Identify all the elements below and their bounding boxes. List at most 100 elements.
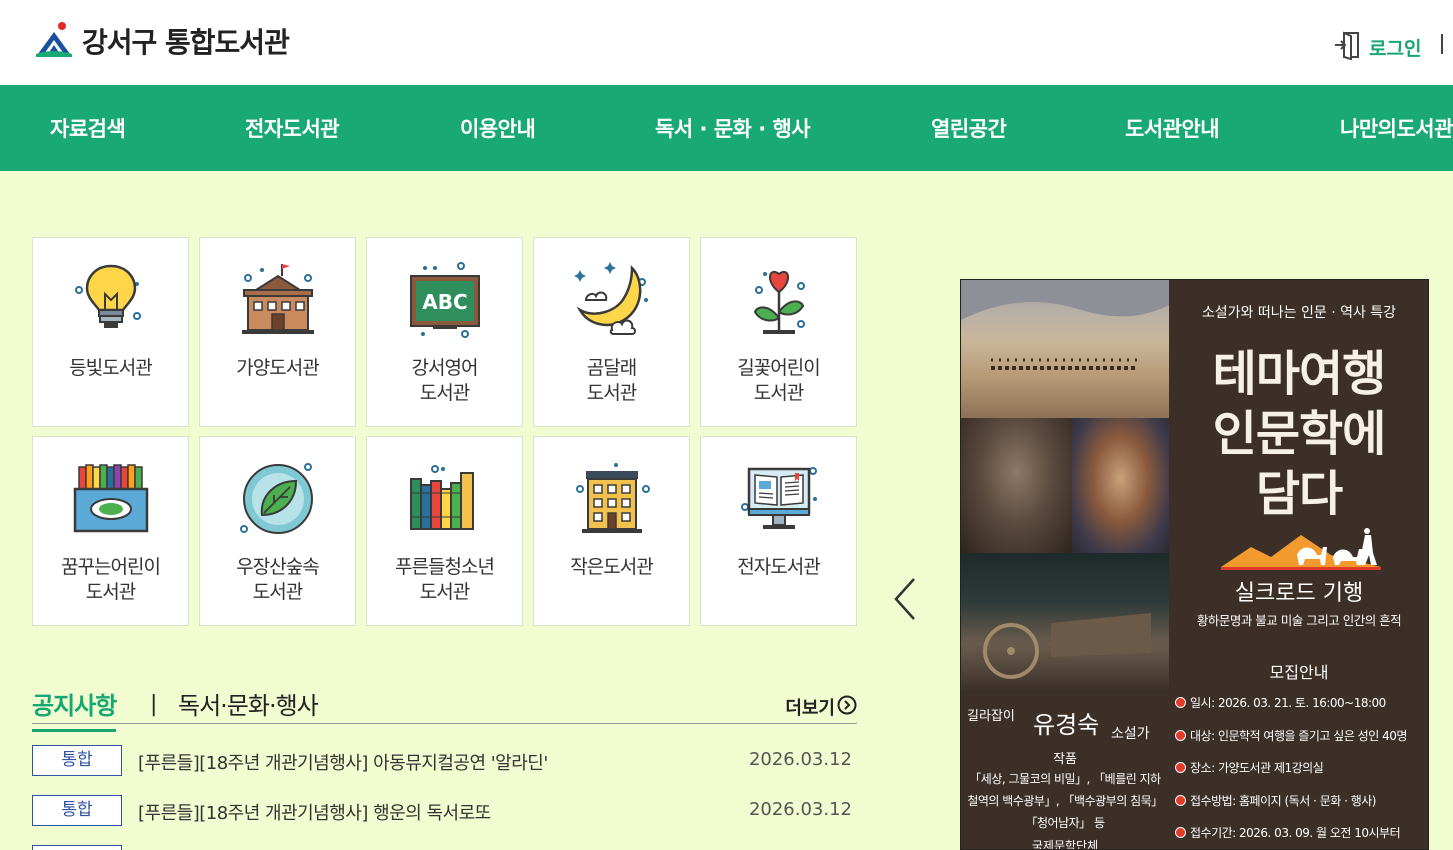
check-dot-icon: [1175, 827, 1186, 838]
poster-award-text: 국제문학단체: [1031, 839, 1099, 850]
library-name-line2: 도서관: [85, 581, 136, 603]
library-name-line1: 푸른들청소년: [395, 556, 495, 578]
poster-works-heading: 작품: [1053, 752, 1077, 767]
check-dot-icon: [1175, 730, 1186, 741]
building-icon: [238, 260, 318, 340]
site-title: 강서구 통합도서관: [82, 26, 290, 59]
chevron-right-circle-icon: [835, 695, 857, 720]
poster-info-text: 일시: 2026. 03. 21. 토. 16:00~18:00: [1190, 696, 1386, 710]
poster-title: 테마여행 인문학에 담다: [1169, 344, 1428, 524]
library-name-line2: 도서관: [252, 581, 303, 603]
list-item[interactable]: 통합 [푸른들][18주년 개관기념행사] 아동뮤지컬공연 '알라딘' 2026…: [32, 745, 857, 777]
poster-info-line: 일시: 2026. 03. 21. 토. 16:00~18:00: [1175, 694, 1386, 711]
nav-item-search[interactable]: 자료검색: [50, 113, 126, 143]
main-nav: 자료검색 전자도서관 이용안내 독서 · 문화 · 행사 열린공간 도서관안내 …: [0, 85, 1453, 171]
poster-guide-role: 길라잡이: [967, 709, 1015, 724]
library-name-line1: 곰달래: [586, 357, 637, 379]
poster-subtitle: 소설가와 떠나는 인문 · 역사 특강: [1201, 305, 1397, 321]
library-name-line2: 도서관: [419, 581, 470, 603]
library-name-line2: 도서관: [753, 382, 804, 404]
abc-board-icon: ABC: [405, 260, 485, 340]
more-button[interactable]: 더보기: [785, 694, 857, 720]
library-name-line1: 꿈꾸는어린이: [61, 556, 161, 578]
site-header: 강서구 통합도서관 로그인: [0, 0, 1453, 85]
library-tile-ebook[interactable]: 전자도서관: [700, 436, 857, 626]
tab-notices[interactable]: 공지사항: [32, 686, 117, 732]
library-name-line1: 길꽃어린이: [737, 357, 820, 379]
desert-caravan-photo: [961, 280, 1169, 418]
check-dot-icon: [1175, 795, 1186, 806]
library-tile-deungbit[interactable]: 등빛도서관: [32, 237, 189, 427]
category-badge: 통합: [32, 795, 122, 826]
carousel-prev-icon[interactable]: [890, 575, 920, 623]
poster-info-line: 대상: 인문학적 여행을 즐기고 싶은 성인 40명: [1175, 727, 1407, 744]
logo-icon: [36, 20, 72, 62]
notice-title[interactable]: [푸른들][18주년 개관기념행사] 아동뮤지컬공연 '알라딘': [138, 749, 548, 775]
nav-item-culture[interactable]: 독서 · 문화 · 행사: [655, 113, 811, 143]
category-badge: 통합: [32, 745, 122, 776]
notice-title[interactable]: [푸른들][18주년 개관기념행사] 행운의 독서로또: [138, 799, 491, 825]
check-dot-icon: [1175, 697, 1186, 708]
flower-icon: [739, 260, 819, 340]
buddha-statue-photo: [961, 418, 1072, 553]
svg-text:ABC: ABC: [422, 290, 467, 314]
library-name-line1: 강서영어: [411, 357, 479, 379]
tab-divider: |: [150, 692, 158, 717]
moon-icon: [572, 260, 652, 340]
bodhisattva-statue-photo: [1072, 418, 1169, 553]
poster-info-line: 장소: 가양도서관 제1강의실: [1175, 759, 1324, 776]
login-icon: [1333, 30, 1361, 64]
poster-title-line2: 인문학에: [1212, 406, 1387, 462]
library-tile-ujangsan[interactable]: 우장산숲속 도서관: [199, 436, 356, 626]
bronze-chariot-photo: [961, 553, 1169, 693]
header-divider: [1441, 34, 1443, 54]
library-name: 등빛도서관: [69, 357, 152, 379]
poster-title-line1: 테마여행: [1212, 346, 1387, 402]
poster-info-line: 접수기간: 2026. 03. 09. 월 오전 10시부터: [1175, 824, 1401, 841]
books-icon: [405, 459, 485, 539]
library-tile-gilkkot[interactable]: 길꽃어린이 도서관: [700, 237, 857, 427]
poster-info-text: 장소: 가양도서관 제1강의실: [1190, 761, 1324, 775]
library-name: 전자도서관: [737, 556, 820, 578]
site-logo[interactable]: 강서구 통합도서관: [36, 20, 290, 62]
caravan-illustration-icon: [1221, 525, 1381, 570]
library-name: 가양도서관: [236, 357, 319, 379]
library-tile-gayang[interactable]: 가양도서관: [199, 237, 356, 427]
poster-info-line: 접수방법: 홈페이지 (독서 · 문화 · 행사): [1175, 792, 1376, 809]
library-name-line2: 도서관: [419, 382, 470, 404]
check-dot-icon: [1175, 762, 1186, 773]
notice-date: 2026.03.12: [748, 799, 852, 820]
poster-guide-job: 소설가: [1111, 726, 1150, 742]
tab-culture-events[interactable]: 독서·문화·행사: [178, 686, 319, 721]
poster-info-text: 접수방법: 홈페이지 (독서 · 문화 · 행사): [1190, 794, 1376, 808]
monitor-icon: [739, 459, 819, 539]
library-name-line1: 우장산숲속: [236, 556, 319, 578]
poster-info-text: 대상: 인문학적 여행을 즐기고 싶은 성인 40명: [1190, 729, 1407, 743]
library-tile-english[interactable]: ABC 강서영어 도서관: [366, 237, 523, 427]
poster-road-subtitle: 황하문명과 불교 미술 그리고 인간의 흔적: [1196, 613, 1402, 628]
notice-tabs: 공지사항 | 독서·문화·행사 더보기: [32, 684, 857, 732]
library-tile-pureundeul[interactable]: 푸른들청소년 도서관: [366, 436, 523, 626]
list-item[interactable]: 통합 [푸른들][18주년 개관기념행사] 행운의 독서로또 2026.03.1…: [32, 795, 857, 827]
nav-item-open-space[interactable]: 열린공간: [931, 113, 1007, 143]
library-tile-kkumkkuneun[interactable]: 꿈꾸는어린이 도서관: [32, 436, 189, 626]
nav-item-about[interactable]: 도서관안내: [1125, 113, 1220, 143]
poster-recruit-heading: 모집안내: [1269, 663, 1329, 682]
nav-item-ebook[interactable]: 전자도서관: [245, 113, 340, 143]
poster-works-text: 「세상, 그물코의 비밀」, 「베를린 지하철역의 백수광부」, 「백수광부의 …: [967, 772, 1163, 830]
event-poster-banner[interactable]: 소설가와 떠나는 인문 · 역사 특강 테마여행 인문학에 담다 실크로드 기행…: [960, 279, 1429, 850]
crayons-icon: [71, 459, 151, 539]
nav-item-my-library[interactable]: 나만의도서관: [1340, 113, 1453, 143]
leaf-icon: [238, 459, 318, 539]
small-building-icon: [572, 459, 652, 539]
poster-info-text: 접수기간: 2026. 03. 09. 월 오전 10시부터: [1190, 826, 1401, 840]
login-button[interactable]: 로그인: [1333, 30, 1421, 64]
library-name: 작은도서관: [570, 556, 653, 578]
nav-item-guide[interactable]: 이용안내: [460, 113, 536, 143]
library-tile-gomdallae[interactable]: 곰달래 도서관: [533, 237, 690, 427]
poster-guide-name: 유경숙: [1033, 711, 1100, 739]
poster-road-title: 실크로드 기행: [1234, 581, 1364, 606]
library-tile-small[interactable]: 작은도서관: [533, 436, 690, 626]
more-label: 더보기: [785, 698, 835, 719]
library-name-line2: 도서관: [586, 382, 637, 404]
